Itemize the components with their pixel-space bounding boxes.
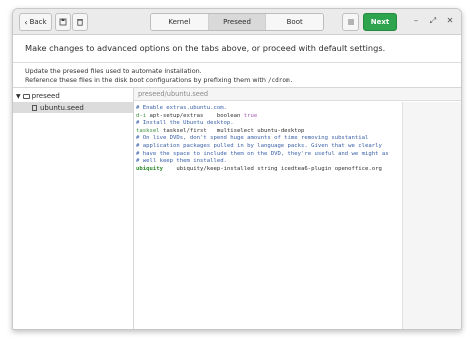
code-text: tasksel/first multiselect ubuntu-desktop xyxy=(159,127,305,134)
save-icon xyxy=(59,18,67,26)
tab-kernel[interactable]: Kernel xyxy=(151,14,209,30)
tab-preseed[interactable]: Preseed xyxy=(208,14,267,30)
editor-minimap[interactable] xyxy=(402,102,461,329)
tree-folder-preseed[interactable]: ▼ preseed xyxy=(16,92,60,100)
code-owner: tasksel xyxy=(136,127,160,134)
hint-line-2-text: Reference these files in the disk boot c… xyxy=(25,76,266,84)
code-line: # application packages pulled in by lang… xyxy=(136,142,382,149)
next-button[interactable]: Next xyxy=(363,13,397,31)
close-icon[interactable]: ✕ xyxy=(444,16,456,25)
back-button[interactable]: ‹ Back xyxy=(19,13,52,31)
trash-icon xyxy=(77,19,83,26)
minimize-icon[interactable]: – xyxy=(410,16,422,25)
editor-pane: preseed/ubuntu.seed # Enable extras.ubun… xyxy=(134,87,461,329)
expand-arrow-icon[interactable]: ▼ xyxy=(16,93,21,100)
code-owner: ubiquity xyxy=(136,165,163,172)
tree-file-label: ubuntu.seed xyxy=(40,103,84,112)
file-path-bar: preseed/ubuntu.seed xyxy=(134,88,461,101)
chevron-left-icon: ‹ xyxy=(24,17,28,27)
hint-line-2: Reference these files in the disk boot c… xyxy=(25,76,293,84)
tab-boot[interactable]: Boot xyxy=(266,14,323,30)
file-icon xyxy=(32,104,37,111)
code-line: # have the space to include them on the … xyxy=(136,150,389,157)
code-line: # well keep them installed. xyxy=(136,158,227,165)
menu-button[interactable] xyxy=(342,13,359,31)
folder-icon xyxy=(22,93,30,99)
code-line: ubiquity ubiquity/keep-installed string … xyxy=(136,166,402,174)
list-menu-icon xyxy=(347,19,354,25)
code-text: ubiquity/keep-installed string icedtea6-… xyxy=(162,165,382,172)
hint-line-2-code: /cdrom. xyxy=(267,77,294,84)
maximize-icon[interactable]: ⤢ xyxy=(427,16,439,26)
header-bar: ‹ Back Kernel Preseed Boot Next – ⤢ ✕ xyxy=(13,9,461,35)
hint-line-1: Update the preseed files used to automat… xyxy=(25,67,202,75)
tree-file-ubuntu-seed[interactable]: ubuntu.seed xyxy=(13,102,133,113)
tree-folder-label: preseed xyxy=(31,92,60,100)
tab-bar: Kernel Preseed Boot xyxy=(150,13,324,31)
code-line: # On live DVDs, don't spend huge amounts… xyxy=(136,135,369,142)
code-line: # Install the Ubuntu desktop. xyxy=(136,120,234,127)
code-editor[interactable]: # Enable extras.ubuntu.com. d-i apt-setu… xyxy=(136,105,402,173)
code-line: tasksel tasksel/first multiselect ubuntu… xyxy=(136,128,402,136)
back-button-label: Back xyxy=(29,18,47,26)
file-tree: ▼ preseed ubuntu.seed xyxy=(13,87,134,329)
app-window: ‹ Back Kernel Preseed Boot Next – ⤢ ✕ Ma… xyxy=(12,8,462,330)
code-owner: d-i xyxy=(136,112,147,119)
intro-text: Make changes to advanced options on the … xyxy=(25,43,386,53)
code-line: # Enable extras.ubuntu.com. xyxy=(136,105,227,111)
delete-button[interactable] xyxy=(72,13,88,31)
code-line: d-i apt-setup/extras boolean true xyxy=(136,113,402,121)
save-button[interactable] xyxy=(55,13,71,31)
divider xyxy=(13,62,461,63)
code-value: true xyxy=(243,112,258,119)
code-text: apt-setup/extras boolean xyxy=(146,112,244,119)
